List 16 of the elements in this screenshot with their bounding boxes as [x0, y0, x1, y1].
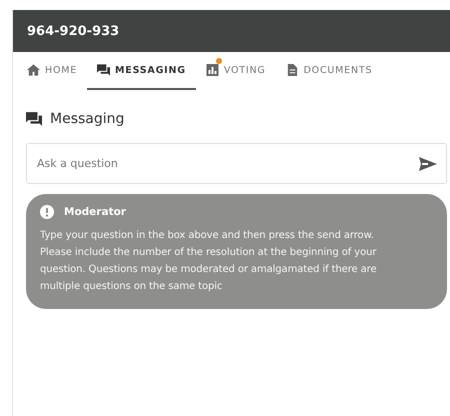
message-author: Moderator	[64, 206, 126, 218]
bar-chart-icon	[206, 64, 219, 76]
document-icon	[286, 64, 299, 76]
home-icon	[27, 64, 40, 76]
nav-tab[interactable]: VOTING	[196, 52, 276, 90]
send-icon[interactable]	[419, 157, 437, 171]
question-field[interactable]: Ask a question	[26, 143, 447, 184]
alert-icon	[40, 205, 54, 219]
message-text: Type your question in the box above and then press the send arrow. Please include the number of the resolution at the beginning of your question. Questions may be moderated or amalgamated if there are multiple questions on the same topic	[40, 229, 378, 294]
chat-icon	[97, 64, 110, 76]
nav-tab[interactable]: DOCUMENTS	[276, 52, 382, 90]
meeting-id: 964-920-933	[27, 24, 120, 38]
section-title: Messaging	[50, 111, 124, 127]
nav-tab[interactable]: HOME	[17, 52, 88, 90]
nav-tab[interactable]: MESSAGING	[87, 52, 196, 90]
chat-icon	[26, 112, 42, 126]
